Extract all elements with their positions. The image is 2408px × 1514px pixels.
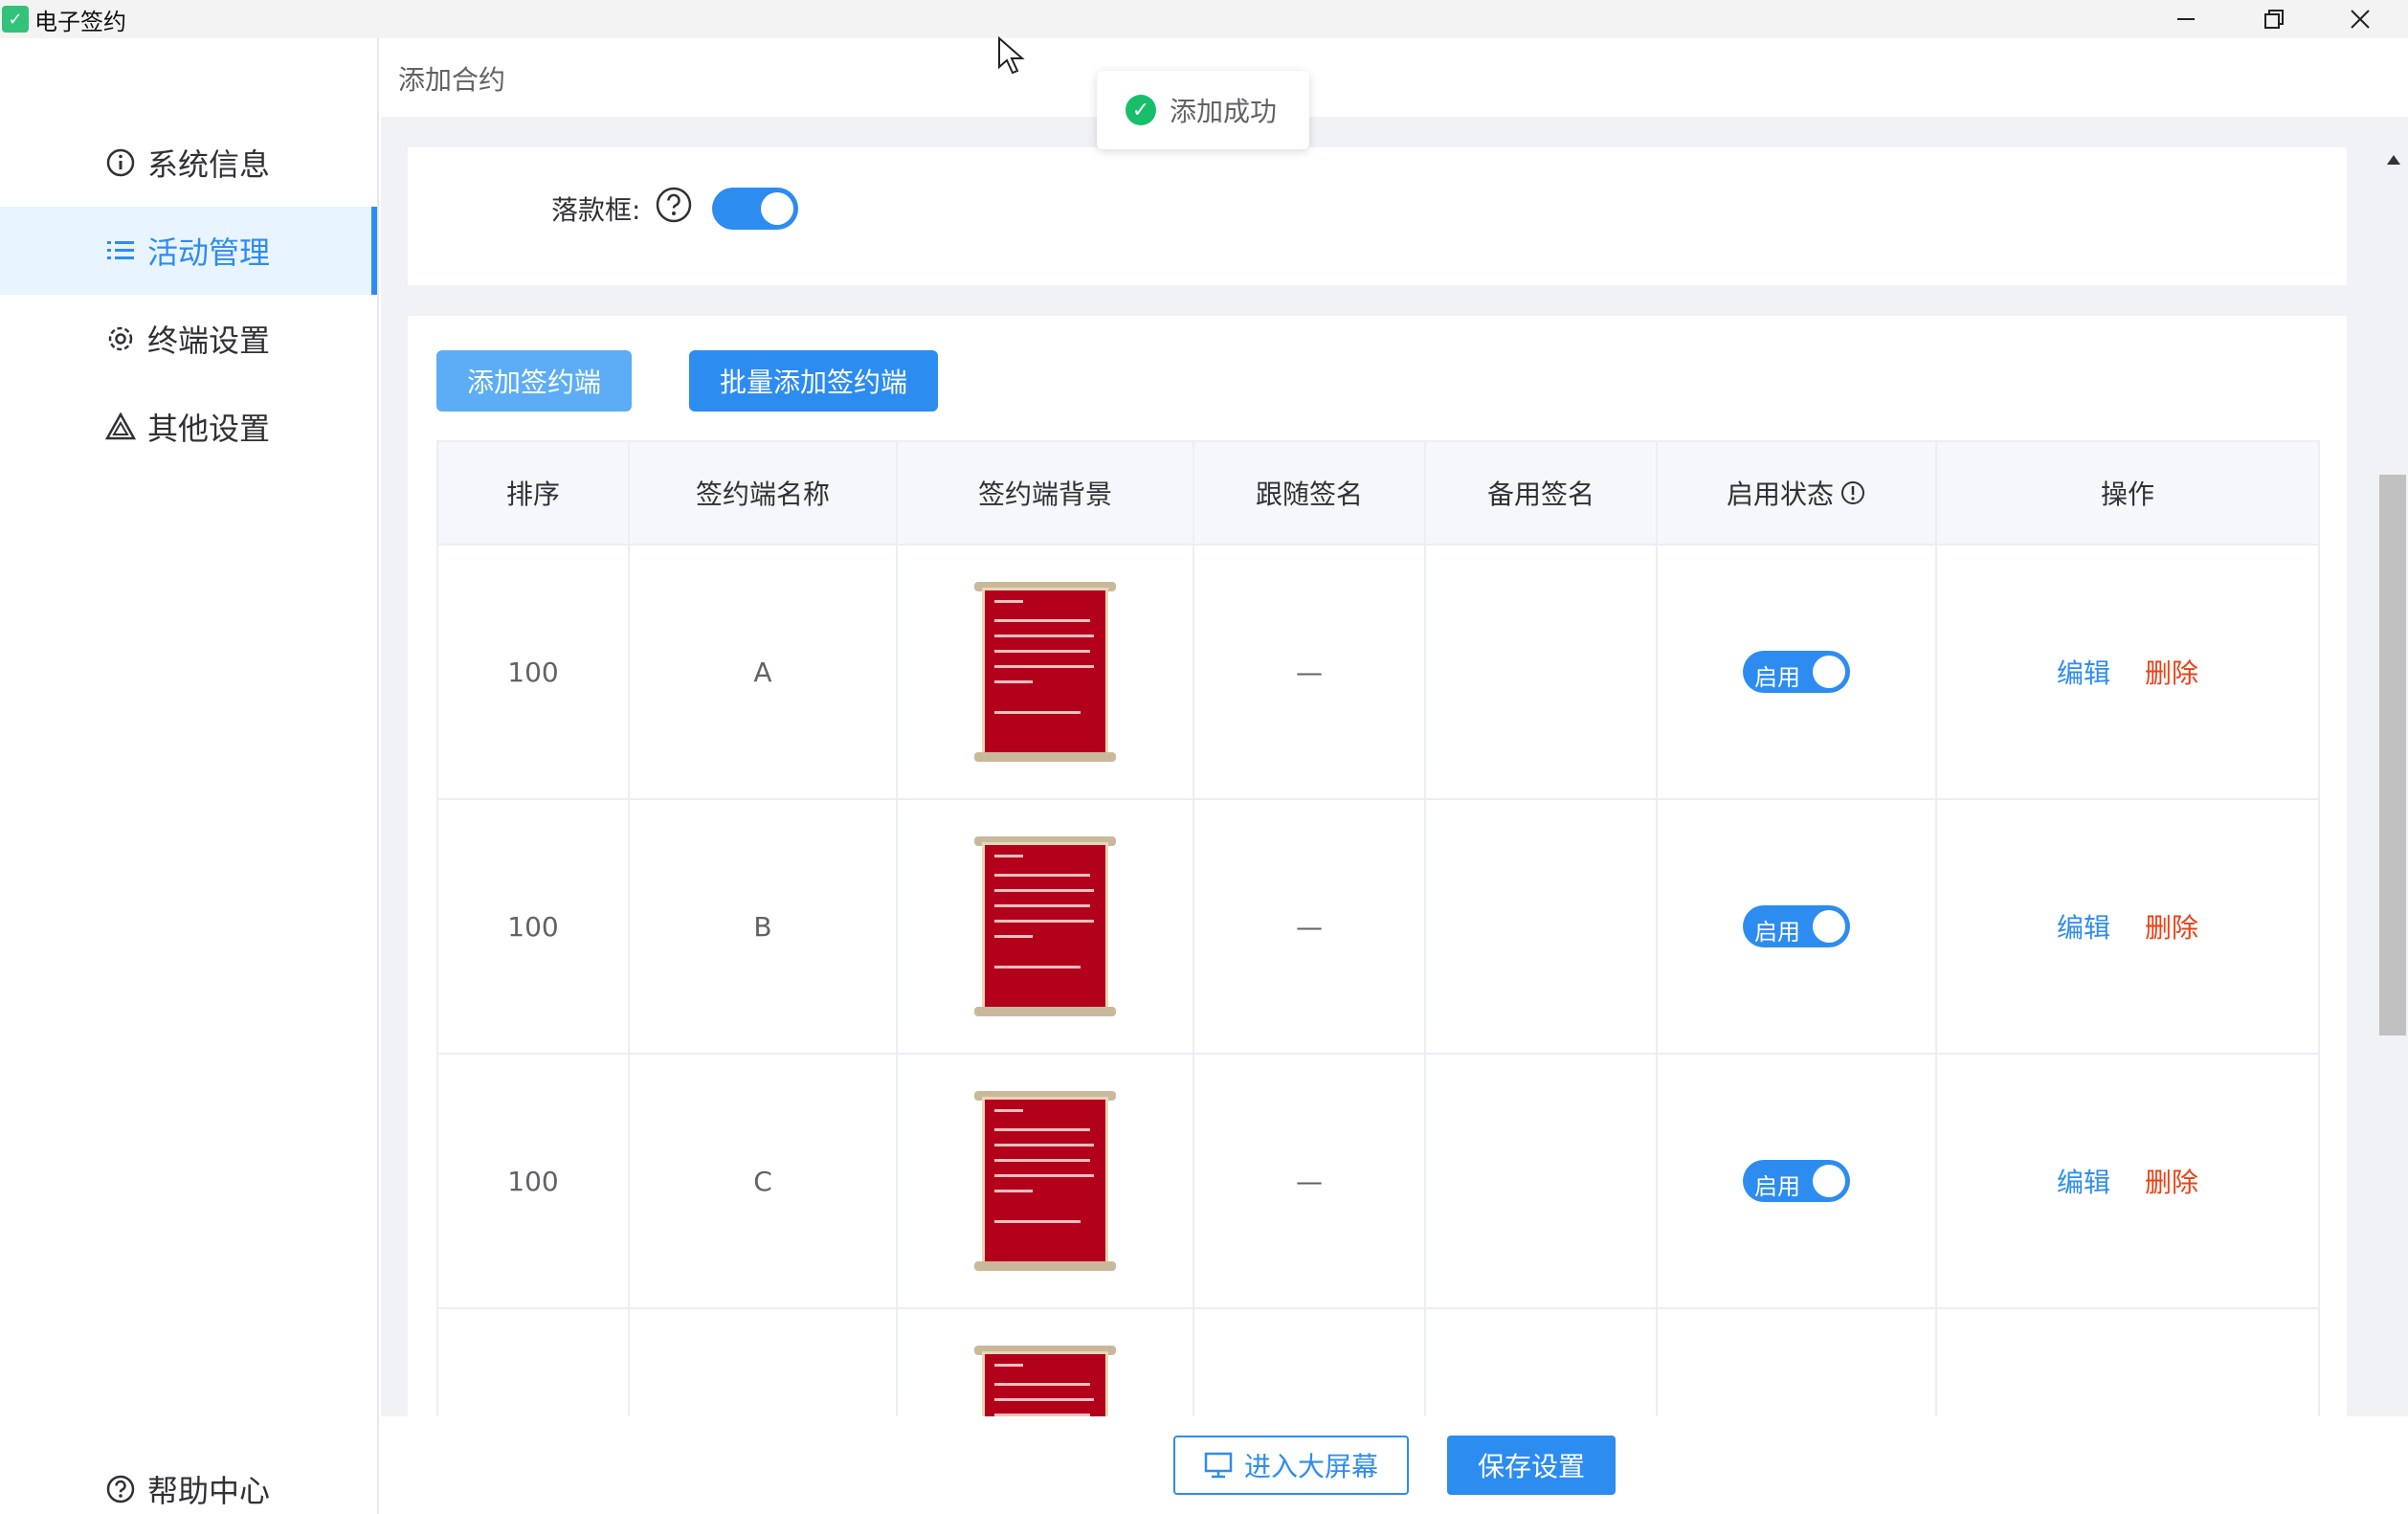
monitor-icon: [1204, 1452, 1233, 1479]
help-circle-icon: [103, 1472, 138, 1506]
column-header-background: 签约端背景: [896, 440, 1194, 545]
cell-background: [896, 1053, 1194, 1309]
success-toast: ✓ 添加成功: [1097, 71, 1309, 149]
sidebar-item-system-info[interactable]: 系统信息: [0, 119, 377, 207]
delete-link[interactable]: 删除: [2145, 912, 2198, 944]
cell-actions: 编辑 删除: [1935, 798, 2320, 1055]
window-titlebar: ✓ 电子签约: [0, 0, 2408, 38]
cell-order: 100: [436, 1053, 630, 1309]
cell-order: 100: [436, 544, 630, 800]
info-icon: [103, 145, 138, 180]
cell-follow-signature: —: [1193, 798, 1426, 1055]
table-row: 100 C — 启用 编辑 删除: [436, 1053, 2320, 1309]
enter-big-screen-label: 进入大屏幕: [1243, 1451, 1378, 1482]
cell-status: 启用: [1656, 1053, 1937, 1309]
status-toggle-label: 启用: [1754, 919, 1800, 946]
sidebar-item-label: 活动管理: [147, 234, 271, 271]
status-toggle[interactable]: 启用: [1743, 651, 1850, 693]
sidebar-item-activity-management[interactable]: 活动管理: [0, 207, 377, 295]
cell-status: 启用: [1656, 544, 1937, 800]
sidebar-item-label: 其他设置: [147, 411, 271, 447]
cell-background: [896, 544, 1194, 800]
column-header-backup-signature: 备用签名: [1424, 440, 1658, 545]
restore-button[interactable]: [2230, 0, 2318, 38]
batch-add-terminal-button[interactable]: 批量添加签约端: [689, 350, 938, 412]
sign-box-card: 落款框:: [408, 147, 2347, 285]
status-toggle-label: 启用: [1754, 664, 1800, 691]
close-button[interactable]: [2316, 0, 2404, 38]
scroll-up-arrow-icon[interactable]: [2387, 155, 2400, 165]
terminal-table: 排序 签约端名称 签约端背景 跟随签名 备用签名 启用状态 操作 100 A — 启用…: [436, 440, 2320, 1514]
app-logo-icon: ✓: [2, 6, 29, 33]
toast-message: 添加成功: [1170, 96, 1278, 127]
terminal-background-thumbnail[interactable]: [974, 582, 1116, 762]
column-header-name: 签约端名称: [628, 440, 898, 545]
restore-icon: [2264, 10, 2284, 29]
close-icon: [2351, 10, 2370, 29]
main-content: 添加合约 落款框: 添加签约端 批量添加签约端 排序 签约端名称 签约端背景 跟…: [381, 38, 2408, 1514]
terminal-table-card: 添加签约端 批量添加签约端 排序 签约端名称 签约端背景 跟随签名 备用签名 启…: [408, 316, 2347, 1514]
column-header-order: 排序: [436, 440, 630, 545]
cell-name: C: [628, 1053, 898, 1309]
cell-actions: 编辑 删除: [1935, 1053, 2320, 1309]
sign-box-label: 落款框:: [551, 194, 641, 226]
sign-box-toggle[interactable]: [712, 188, 798, 230]
info-icon[interactable]: [1839, 479, 1866, 506]
enter-big-screen-button[interactable]: 进入大屏幕: [1173, 1436, 1409, 1495]
cell-order: 100: [436, 798, 630, 1055]
status-toggle[interactable]: 启用: [1743, 905, 1850, 947]
cell-name: A: [628, 544, 898, 800]
mouse-cursor-icon: [998, 36, 1025, 75]
save-settings-button[interactable]: 保存设置: [1447, 1436, 1616, 1495]
scrollbar-thumb[interactable]: [2379, 475, 2406, 1035]
status-toggle-label: 启用: [1754, 1173, 1800, 1200]
table-row: 100 B — 启用 编辑 删除: [436, 798, 2320, 1055]
sidebar-item-label: 系统信息: [147, 146, 271, 183]
table-header-row: 排序 签约端名称 签约端背景 跟随签名 备用签名 启用状态 操作: [436, 440, 2320, 545]
sidebar-item-help-center[interactable]: 帮助中心: [0, 1445, 377, 1514]
cell-backup-signature: [1424, 1053, 1658, 1309]
sidebar-item-terminal-settings[interactable]: 终端设置: [0, 295, 377, 383]
cell-actions: 编辑 删除: [1935, 544, 2320, 800]
edit-link[interactable]: 编辑: [2057, 912, 2110, 944]
cell-backup-signature: [1424, 798, 1658, 1055]
sidebar-item-other-settings[interactable]: 其他设置: [0, 383, 377, 471]
column-header-status: 启用状态: [1656, 440, 1937, 545]
minimize-icon: [2177, 18, 2195, 20]
column-header-actions: 操作: [1935, 440, 2320, 545]
cell-backup-signature: [1424, 544, 1658, 800]
gear-icon: [103, 322, 138, 356]
delete-link[interactable]: 删除: [2145, 1167, 2198, 1198]
bottom-action-bar: 进入大屏幕 保存设置: [381, 1416, 2408, 1514]
list-icon: [103, 234, 138, 268]
terminal-background-thumbnail[interactable]: [974, 1091, 1116, 1271]
column-header-follow-signature: 跟随签名: [1193, 440, 1426, 545]
table-row: 100 A — 启用 编辑 删除: [436, 544, 2320, 800]
column-header-status-label: 启用状态: [1726, 479, 1834, 510]
add-terminal-button[interactable]: 添加签约端: [436, 350, 632, 412]
help-circle-icon[interactable]: [655, 186, 693, 224]
page-title: 添加合约: [398, 64, 506, 96]
sidebar-item-label: 终端设置: [147, 323, 271, 359]
cell-background: [896, 798, 1194, 1055]
cell-follow-signature: —: [1193, 544, 1426, 800]
cell-name: B: [628, 798, 898, 1055]
window-title: 电子签约: [34, 8, 126, 35]
status-toggle[interactable]: 启用: [1743, 1160, 1850, 1202]
edit-link[interactable]: 编辑: [2057, 657, 2110, 689]
page-header: 添加合约: [381, 38, 2408, 117]
delete-link[interactable]: 删除: [2145, 657, 2198, 689]
sidebar-item-label: 帮助中心: [147, 1473, 271, 1509]
cell-follow-signature: —: [1193, 1053, 1426, 1309]
triangle-warning-icon: [103, 410, 138, 444]
check-circle-icon: ✓: [1126, 95, 1156, 125]
terminal-background-thumbnail[interactable]: [974, 836, 1116, 1016]
edit-link[interactable]: 编辑: [2057, 1167, 2110, 1198]
cell-status: 启用: [1656, 798, 1937, 1055]
minimize-button[interactable]: [2142, 0, 2230, 38]
sidebar: 系统信息 活动管理 终端设置 其他设置 帮助中心: [0, 38, 379, 1514]
